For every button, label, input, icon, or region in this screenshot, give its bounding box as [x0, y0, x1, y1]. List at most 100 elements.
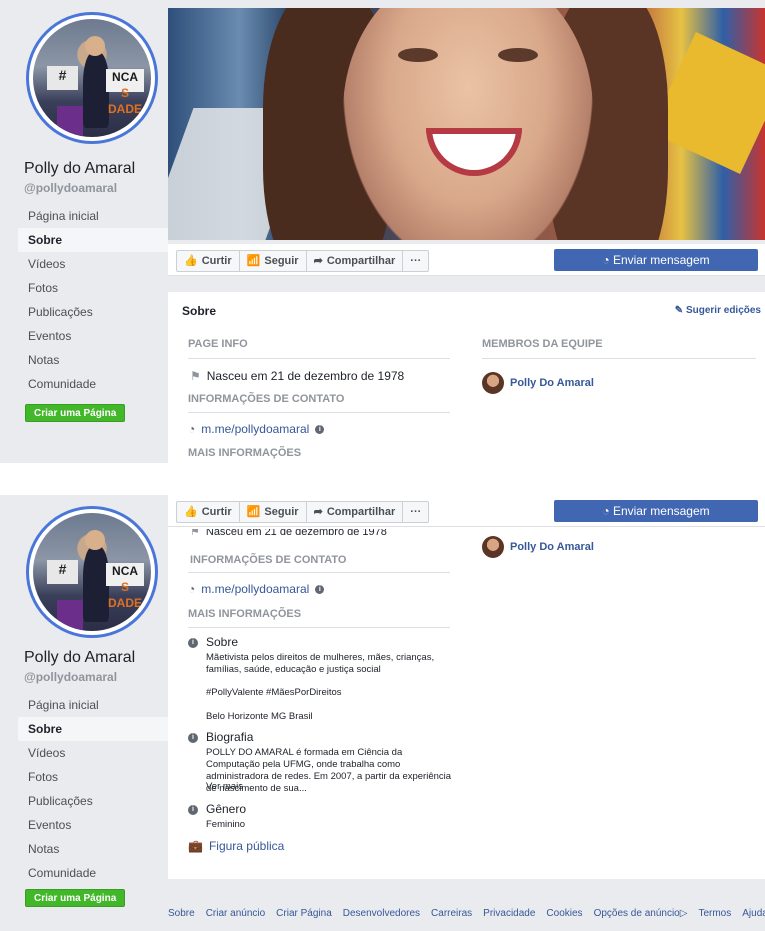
member-avatar: [482, 536, 504, 558]
like-button[interactable]: 👍 Curtir: [177, 502, 240, 522]
thumbs-up-icon: 👍: [184, 506, 198, 518]
page-name: Polly do Amaral: [24, 649, 136, 666]
footer-link-create-ad[interactable]: Criar anúncio: [206, 908, 265, 919]
nav-item-notes[interactable]: Notas: [18, 348, 168, 372]
send-message-label: Enviar mensagem: [612, 253, 710, 267]
info-icon: i: [188, 805, 198, 815]
footer-link-create-page[interactable]: Criar Página: [276, 908, 332, 919]
birth-info: ⚑ Nasceu em 21 de dezembro de 1978: [190, 369, 404, 383]
footer-link-cookies[interactable]: Cookies: [546, 908, 582, 919]
about-label: Sobre: [206, 635, 239, 649]
page-name: Polly do Amaral: [24, 160, 136, 177]
rss-icon: 📶: [246, 255, 261, 267]
team-member-name[interactable]: Polly Do Amaral: [510, 377, 594, 389]
like-label: Curtir: [201, 255, 232, 267]
nav-item-notes[interactable]: Notas: [18, 837, 168, 861]
footer-link-careers[interactable]: Carreiras: [431, 908, 472, 919]
location: Belo Horizonte MG Brasil: [206, 711, 313, 722]
footer-link-terms[interactable]: Termos: [698, 908, 731, 919]
birth-info-clipped: ⚑ Nasceu em 21 de dezembro de 1978: [190, 529, 387, 538]
profile-avatar[interactable]: # NCA S DADE: [26, 12, 158, 144]
profile-photo: # NCA S DADE: [33, 19, 151, 137]
cover-photo[interactable]: [168, 8, 765, 240]
sidebar: # NCA S DADE Polly do Amaral @pollydoamar…: [8, 495, 168, 931]
avatar-sign-right: NCA S DADE: [106, 562, 144, 610]
team-member-name[interactable]: Polly Do Amaral: [510, 541, 594, 553]
footer-link-ad-choices[interactable]: Opções de anúncio▷: [594, 908, 688, 919]
bio-label: Biografia: [206, 730, 254, 744]
share-arrow-icon: ➦: [313, 255, 323, 267]
messenger-contact: ◔ m.me/pollydoamaral i: [188, 422, 325, 436]
about-card: ⚑ Nasceu em 21 de dezembro de 1978 INFORM…: [168, 527, 765, 879]
messenger-icon: ◔: [188, 582, 196, 596]
footer-link-developers[interactable]: Desenvolvedores: [343, 908, 420, 919]
nav-item-home[interactable]: Página inicial: [18, 693, 168, 717]
ad-choices-label: Opções de anúncio: [593, 908, 680, 919]
avatar-sign-text: #: [47, 66, 78, 90]
nav-item-home[interactable]: Página inicial: [18, 204, 168, 228]
birth-text: Nasceu em 21 de dezembro de 1978: [205, 529, 387, 538]
footer-link-privacy[interactable]: Privacidade: [483, 908, 535, 919]
footer-links: Sobre Criar anúncio Criar Página Desenvo…: [168, 908, 765, 919]
share-label: Compartilhar: [326, 255, 396, 267]
more-button[interactable]: ···: [403, 502, 428, 522]
team-member[interactable]: Polly Do Amaral: [482, 536, 594, 558]
messenger-link[interactable]: m.me/pollydoamaral: [201, 582, 309, 596]
contact-heading: INFORMAÇÕES DE CONTATO: [188, 393, 345, 405]
share-button[interactable]: ➦ Compartilhar: [307, 251, 404, 271]
nav-item-posts[interactable]: Publicações: [18, 300, 168, 324]
nav-item-posts[interactable]: Publicações: [18, 789, 168, 813]
category-link[interactable]: Figura pública: [209, 839, 284, 853]
hashtags: #PollyValente #MãesPorDireitos: [206, 687, 342, 698]
footer-link-help[interactable]: Ajuda: [742, 908, 765, 919]
profile-photo: # NCA S DADE: [33, 513, 151, 631]
divider: [482, 358, 756, 359]
action-buttons: 👍 Curtir 📶 Seguir ➦ Compartilhar ···: [176, 501, 430, 523]
nav-item-about[interactable]: Sobre: [18, 228, 168, 252]
info-icon[interactable]: i: [315, 584, 325, 594]
nav-item-events[interactable]: Eventos: [18, 813, 168, 837]
contact-heading: INFORMAÇÕES DE CONTATO: [190, 554, 347, 566]
see-more-link[interactable]: Ver mais: [206, 781, 456, 793]
follow-button[interactable]: 📶 Seguir: [240, 251, 307, 271]
nav-item-about[interactable]: Sobre: [18, 717, 168, 741]
divider: [188, 412, 450, 413]
thumbs-up-icon: 👍: [184, 255, 198, 267]
like-button[interactable]: 👍 Curtir: [177, 251, 240, 271]
footer-link-about[interactable]: Sobre: [168, 908, 195, 919]
page-info-heading: PAGE INFO: [188, 338, 248, 350]
nav-item-community[interactable]: Comunidade: [18, 861, 168, 885]
send-message-button[interactable]: ◔ Enviar mensagem: [554, 500, 758, 522]
nav-item-videos[interactable]: Vídeos: [18, 741, 168, 765]
page-view-top: # NCA S DADE Polly do Amaral @pollydoamar…: [0, 0, 765, 463]
send-message-button[interactable]: ◔ Enviar mensagem: [554, 249, 758, 271]
birth-text: Nasceu em 21 de dezembro de 1978: [206, 369, 405, 383]
create-page-button[interactable]: Criar uma Página: [25, 404, 126, 422]
follow-button[interactable]: 📶 Seguir: [240, 502, 307, 522]
nav-item-photos[interactable]: Fotos: [18, 276, 168, 300]
share-arrow-icon: ➦: [313, 506, 323, 518]
nav-item-events[interactable]: Eventos: [18, 324, 168, 348]
profile-avatar[interactable]: # NCA S DADE: [26, 506, 158, 638]
nav-item-videos[interactable]: Vídeos: [18, 252, 168, 276]
suggest-edits-link[interactable]: ✎ Sugerir edições: [675, 305, 761, 316]
messenger-contact: ◔ m.me/pollydoamaral i: [188, 582, 325, 596]
follow-label: Seguir: [264, 255, 299, 267]
about-description: Mãetivista pelos direitos de mulheres, m…: [206, 652, 435, 675]
share-label: Compartilhar: [326, 506, 396, 518]
flag-icon: ⚑: [190, 529, 200, 538]
sidebar: # NCA S DADE Polly do Amaral @pollydoamar…: [8, 0, 168, 463]
action-bar-sticky: 👍 Curtir 📶 Seguir ➦ Compartilhar ··· ◔ Envi…: [168, 495, 765, 527]
team-member[interactable]: Polly Do Amaral: [482, 372, 594, 394]
nav-item-photos[interactable]: Fotos: [18, 765, 168, 789]
info-icon[interactable]: i: [315, 424, 325, 434]
more-button[interactable]: ···: [403, 251, 428, 271]
share-button[interactable]: ➦ Compartilhar: [307, 502, 404, 522]
nav-item-community[interactable]: Comunidade: [18, 372, 168, 396]
member-avatar: [482, 372, 504, 394]
briefcase-icon: 💼: [188, 839, 203, 853]
team-heading: MEMBROS DA EQUIPE: [482, 338, 603, 350]
create-page-button[interactable]: Criar uma Página: [25, 889, 126, 907]
gender-label: Gênero: [206, 802, 247, 816]
messenger-link[interactable]: m.me/pollydoamaral: [201, 422, 309, 436]
